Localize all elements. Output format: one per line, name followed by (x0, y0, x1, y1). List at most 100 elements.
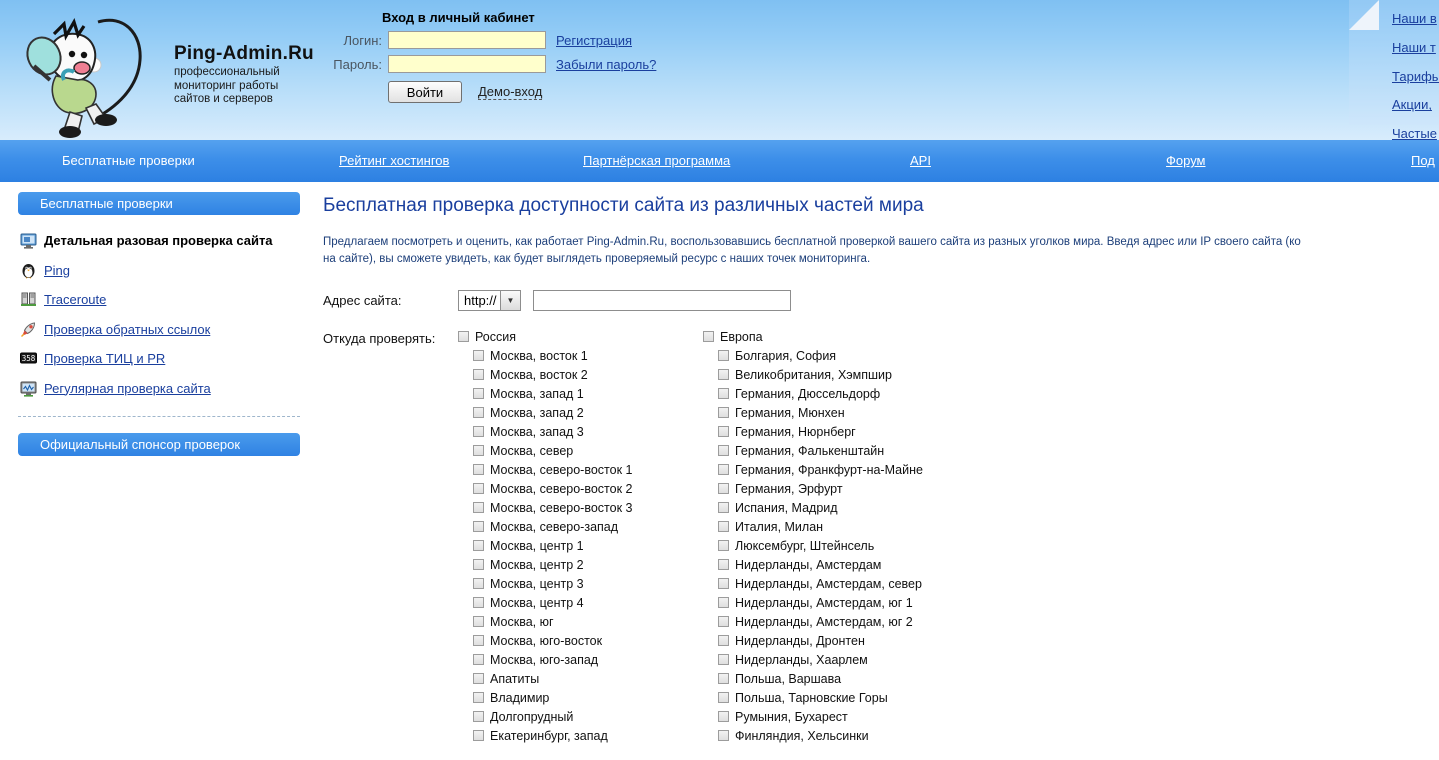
checkbox-icon[interactable] (473, 616, 484, 627)
nav-item-api[interactable]: API (910, 153, 931, 168)
register-link[interactable]: Регистрация (556, 33, 632, 48)
source-item[interactable]: Испания, Мадрид (703, 498, 963, 517)
checkbox-icon[interactable] (718, 464, 729, 475)
checkbox-icon[interactable] (718, 483, 729, 494)
checkbox-icon[interactable] (473, 407, 484, 418)
source-item[interactable]: Москва, север (458, 441, 703, 460)
checkbox-icon[interactable] (473, 654, 484, 665)
checkbox-icon[interactable] (458, 331, 469, 342)
sidebar-item-ping[interactable]: Ping (20, 259, 318, 282)
group-checkbox-europe[interactable]: Европа (703, 327, 963, 346)
source-item[interactable]: Германия, Франкфурт-на-Майне (703, 460, 963, 479)
source-item[interactable]: Москва, северо-восток 1 (458, 460, 703, 479)
checkbox-icon[interactable] (718, 711, 729, 722)
checkbox-icon[interactable] (473, 540, 484, 551)
checkbox-icon[interactable] (718, 445, 729, 456)
checkbox-icon[interactable] (473, 426, 484, 437)
source-item[interactable]: Великобритания, Хэмпшир (703, 365, 963, 384)
checkbox-icon[interactable] (718, 578, 729, 589)
source-item[interactable]: Нидерланды, Хаарлем (703, 650, 963, 669)
checkbox-icon[interactable] (473, 502, 484, 513)
sidebar-item-traceroute[interactable]: Traceroute (20, 288, 318, 311)
source-item[interactable]: Польша, Тарновские Горы (703, 688, 963, 707)
checkbox-icon[interactable] (473, 369, 484, 380)
source-item[interactable]: Москва, запад 3 (458, 422, 703, 441)
source-item[interactable]: Москва, северо-восток 3 (458, 498, 703, 517)
checkbox-icon[interactable] (473, 578, 484, 589)
source-item[interactable]: Германия, Нюрнберг (703, 422, 963, 441)
checkbox-icon[interactable] (473, 711, 484, 722)
source-item[interactable]: Долгопрудный (458, 707, 703, 726)
source-item[interactable]: Нидерланды, Амстердам, юг 2 (703, 612, 963, 631)
source-item[interactable]: Москва, центр 2 (458, 555, 703, 574)
source-item[interactable]: Москва, юго-восток (458, 631, 703, 650)
checkbox-icon[interactable] (473, 559, 484, 570)
checkbox-icon[interactable] (718, 673, 729, 684)
checkbox-icon[interactable] (718, 426, 729, 437)
sidebar-item-regular-check[interactable]: Регулярная проверка сайта (20, 377, 318, 400)
demo-login-link[interactable]: Демо-вход (478, 84, 542, 100)
sidebar-item-detailed-check[interactable]: Детальная разовая проверка сайта (20, 229, 318, 252)
checkbox-icon[interactable] (718, 692, 729, 703)
checkbox-icon[interactable] (718, 388, 729, 399)
nav-item-forum[interactable]: Форум (1166, 153, 1206, 168)
checkbox-icon[interactable] (473, 464, 484, 475)
checkbox-icon[interactable] (718, 730, 729, 741)
source-item[interactable]: Москва, северо-запад (458, 517, 703, 536)
source-item[interactable]: Нидерланды, Амстердам (703, 555, 963, 574)
source-item[interactable]: Германия, Дюссельдорф (703, 384, 963, 403)
source-item[interactable]: Германия, Эрфурт (703, 479, 963, 498)
logo-block[interactable]: Ping-Admin.Ru профессиональный мониторин… (14, 4, 314, 140)
checkbox-icon[interactable] (473, 673, 484, 684)
header-link-2[interactable]: Наши т (1392, 41, 1439, 56)
source-item[interactable]: Финляндия, Хельсинки (703, 726, 963, 745)
nav-item-hosting-rating[interactable]: Рейтинг хостингов (339, 153, 449, 168)
checkbox-icon[interactable] (718, 597, 729, 608)
checkbox-icon[interactable] (718, 635, 729, 646)
sidebar-item-backlinks[interactable]: Проверка обратных ссылок (20, 318, 318, 341)
source-item[interactable]: Нидерланды, Дронтен (703, 631, 963, 650)
checkbox-icon[interactable] (718, 502, 729, 513)
source-item[interactable]: Екатеринбург, запад (458, 726, 703, 745)
source-item[interactable]: Нидерланды, Амстердам, север (703, 574, 963, 593)
source-item[interactable]: Москва, восток 1 (458, 346, 703, 365)
checkbox-icon[interactable] (473, 483, 484, 494)
source-item[interactable]: Германия, Мюнхен (703, 403, 963, 422)
header-link-3[interactable]: Тарифы (1392, 70, 1439, 85)
source-item[interactable]: Апатиты (458, 669, 703, 688)
source-item[interactable]: Болгария, София (703, 346, 963, 365)
password-input[interactable] (388, 55, 546, 73)
checkbox-icon[interactable] (473, 388, 484, 399)
source-item[interactable]: Румыния, Бухарест (703, 707, 963, 726)
checkbox-icon[interactable] (718, 369, 729, 380)
source-item[interactable]: Польша, Варшава (703, 669, 963, 688)
source-item[interactable]: Москва, запад 2 (458, 403, 703, 422)
checkbox-icon[interactable] (473, 445, 484, 456)
checkbox-icon[interactable] (703, 331, 714, 342)
source-item[interactable]: Москва, юг (458, 612, 703, 631)
login-submit-button[interactable]: Войти (388, 81, 462, 103)
source-item[interactable]: Москва, юго-запад (458, 650, 703, 669)
header-link-1[interactable]: Наши в (1392, 12, 1439, 27)
source-item[interactable]: Италия, Милан (703, 517, 963, 536)
checkbox-icon[interactable] (718, 540, 729, 551)
checkbox-icon[interactable] (473, 635, 484, 646)
source-item[interactable]: Москва, центр 1 (458, 536, 703, 555)
checkbox-icon[interactable] (718, 521, 729, 532)
source-item[interactable]: Москва, запад 1 (458, 384, 703, 403)
checkbox-icon[interactable] (473, 350, 484, 361)
source-item[interactable]: Нидерланды, Амстердам, юг 1 (703, 593, 963, 612)
source-item[interactable]: Москва, северо-восток 2 (458, 479, 703, 498)
protocol-select[interactable]: http:// ▼ (458, 290, 521, 311)
site-url-input[interactable] (533, 290, 791, 311)
nav-item-support[interactable]: Под (1411, 153, 1435, 168)
source-item[interactable]: Германия, Фалькенштайн (703, 441, 963, 460)
source-item[interactable]: Москва, центр 4 (458, 593, 703, 612)
checkbox-icon[interactable] (718, 407, 729, 418)
checkbox-icon[interactable] (718, 559, 729, 570)
login-input[interactable] (388, 31, 546, 49)
header-link-5[interactable]: Частые (1392, 127, 1439, 140)
checkbox-icon[interactable] (473, 692, 484, 703)
checkbox-icon[interactable] (473, 730, 484, 741)
forgot-password-link[interactable]: Забыли пароль? (556, 57, 656, 72)
